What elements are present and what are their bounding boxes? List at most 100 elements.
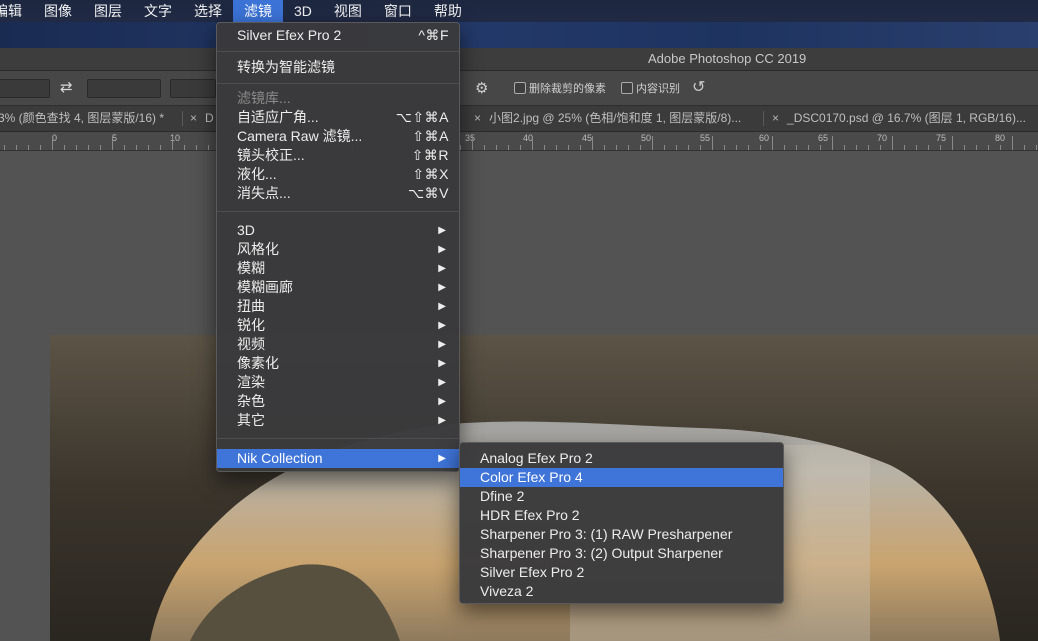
ruler-tick [520, 145, 521, 150]
ruler-label: 45 [582, 133, 593, 143]
ruler-tick [640, 145, 641, 150]
gear-icon[interactable]: ⚙ [475, 79, 488, 97]
ruler-tick [172, 136, 173, 150]
ruler-tick [784, 145, 785, 150]
menu-help[interactable]: 帮助 [423, 0, 473, 22]
menu-item-label: 镜头校正... [237, 147, 305, 163]
menu-select[interactable]: 选择 [183, 0, 233, 22]
menu-item-3d[interactable]: 3D ▶ [217, 221, 459, 240]
tab-doc-3[interactable]: × 小图2.jpg @ 25% (色相/饱和度 1, 图层蒙版/8)... [474, 106, 741, 131]
menu-edit[interactable]: 编辑 [0, 0, 33, 22]
menu-image[interactable]: 图像 [33, 0, 83, 22]
ruler-tick [844, 145, 845, 150]
ruler-tick [652, 136, 653, 150]
menu-window[interactable]: 窗口 [373, 0, 423, 22]
menu-item-hdr-efex[interactable]: HDR Efex Pro 2 [460, 506, 783, 525]
ruler-tick [808, 145, 809, 150]
menu-item-blur-gallery[interactable]: 模糊画廊 ▶ [217, 278, 459, 297]
ruler-tick [928, 145, 929, 150]
menu-item-blur[interactable]: 模糊 ▶ [217, 259, 459, 278]
menu-item-other[interactable]: 其它 ▶ [217, 411, 459, 430]
menu-item-liquify[interactable]: 液化... ⇧⌘X [217, 165, 459, 184]
menu-item-vanishing-point[interactable]: 消失点... ⌥⌘V [217, 184, 459, 203]
menu-item-pixelate[interactable]: 像素化 ▶ [217, 354, 459, 373]
menu-item-stylize[interactable]: 风格化 ▶ [217, 240, 459, 259]
submenu-arrow-icon: ▶ [438, 301, 446, 312]
ruler-tick [976, 145, 977, 150]
menu-item-noise[interactable]: 杂色 ▶ [217, 392, 459, 411]
menubar: 编辑 图像 图层 文字 选择 滤镜 3D 视图 窗口 帮助 [0, 0, 1038, 22]
menu-item-label: Dfine 2 [480, 488, 525, 504]
delete-cropped-checkbox[interactable] [514, 82, 526, 94]
menu-item-label: Silver Efex Pro 2 [237, 27, 342, 43]
menu-item-label: 液化... [237, 166, 277, 182]
menu-type[interactable]: 文字 [133, 0, 183, 22]
menu-view[interactable]: 视图 [323, 0, 373, 22]
tab-divider [182, 111, 183, 126]
resolution-field[interactable] [170, 79, 216, 98]
menu-item-silver-efex[interactable]: Silver Efex Pro 2 [460, 563, 783, 582]
desktop-background [0, 22, 1038, 48]
menu-item-adaptive-wide-angle[interactable]: 自适应广角... ⌥⇧⌘A [217, 108, 459, 127]
menu-item-label: Analog Efex Pro 2 [480, 450, 593, 466]
ruler-tick [484, 145, 485, 150]
ruler-tick [64, 145, 65, 150]
submenu-arrow-icon: ▶ [438, 453, 446, 464]
menu-item-label: Silver Efex Pro 2 [480, 564, 585, 580]
menu-item-label: Viveza 2 [480, 583, 534, 599]
menu-item-dfine[interactable]: Dfine 2 [460, 487, 783, 506]
ruler-tick [532, 136, 533, 150]
ruler-tick [472, 136, 473, 150]
menu-item-render[interactable]: 渲染 ▶ [217, 373, 459, 392]
height-field[interactable] [87, 79, 161, 98]
ruler-tick [868, 145, 869, 150]
menu-item-video[interactable]: 视频 ▶ [217, 335, 459, 354]
ruler-tick [796, 145, 797, 150]
menu-item-label: Camera Raw 滤镜... [237, 128, 363, 144]
ruler-tick [916, 145, 917, 150]
menu-item-label: 自适应广角... [237, 109, 319, 125]
menu-item-label: Color Efex Pro 4 [480, 469, 583, 485]
menu-item-silver-efex-last[interactable]: Silver Efex Pro 2 ^⌘F [217, 26, 459, 45]
swap-icon[interactable]: ⇄ [60, 78, 73, 96]
menu-item-convert-smart-filter[interactable]: 转换为智能滤镜 [217, 58, 459, 77]
tab-doc-2[interactable]: × D [190, 106, 214, 131]
close-icon[interactable]: × [474, 111, 481, 125]
ruler-label: 75 [936, 133, 947, 143]
menu-item-sharpener-output[interactable]: Sharpener Pro 3: (2) Output Sharpener [460, 544, 783, 563]
ruler-tick [724, 145, 725, 150]
menu-item-label: Nik Collection [237, 450, 323, 466]
width-field[interactable] [0, 79, 50, 98]
menu-item-label: HDR Efex Pro 2 [480, 507, 580, 523]
menu-item-label: 视频 [237, 336, 265, 352]
menu-item-camera-raw[interactable]: Camera Raw 滤镜... ⇧⌘A [217, 127, 459, 146]
menu-item-viveza[interactable]: Viveza 2 [460, 582, 783, 601]
reset-icon[interactable]: ↺ [692, 77, 705, 97]
tab-doc-1[interactable]: 3% (颜色查找 4, 图层蒙版/16) * [0, 106, 164, 131]
close-icon[interactable]: × [190, 111, 197, 125]
content-aware-checkbox[interactable] [621, 82, 633, 94]
menu-layer[interactable]: 图层 [83, 0, 133, 22]
menu-item-distort[interactable]: 扭曲 ▶ [217, 297, 459, 316]
close-icon[interactable]: × [772, 111, 779, 125]
menu-filter[interactable]: 滤镜 [233, 0, 283, 22]
menu-item-color-efex[interactable]: Color Efex Pro 4 [460, 468, 783, 487]
menu-item-lens-correction[interactable]: 镜头校正... ⇧⌘R [217, 146, 459, 165]
menu-item-sharpen[interactable]: 锐化 ▶ [217, 316, 459, 335]
ruler-tick [28, 145, 29, 150]
ruler-tick [856, 145, 857, 150]
ruler-tick [628, 145, 629, 150]
menu-item-label: Sharpener Pro 3: (1) RAW Presharpener [480, 526, 733, 542]
menu-item-label: 3D [237, 222, 255, 238]
submenu-arrow-icon: ▶ [438, 263, 446, 274]
menu-item-sharpener-raw[interactable]: Sharpener Pro 3: (1) RAW Presharpener [460, 525, 783, 544]
tab-doc-4[interactable]: × _DSC0170.psd @ 16.7% (图层 1, RGB/16)... [772, 106, 1026, 131]
ruler-label: 70 [877, 133, 888, 143]
menu-item-analog-efex[interactable]: Analog Efex Pro 2 [460, 449, 783, 468]
ruler-tick [460, 145, 461, 150]
menu-item-nik-collection[interactable]: Nik Collection ▶ [217, 449, 459, 468]
ruler-tick [508, 145, 509, 150]
ruler-tick [988, 145, 989, 150]
ruler-tick [1012, 136, 1013, 150]
menu-3d[interactable]: 3D [283, 0, 323, 22]
